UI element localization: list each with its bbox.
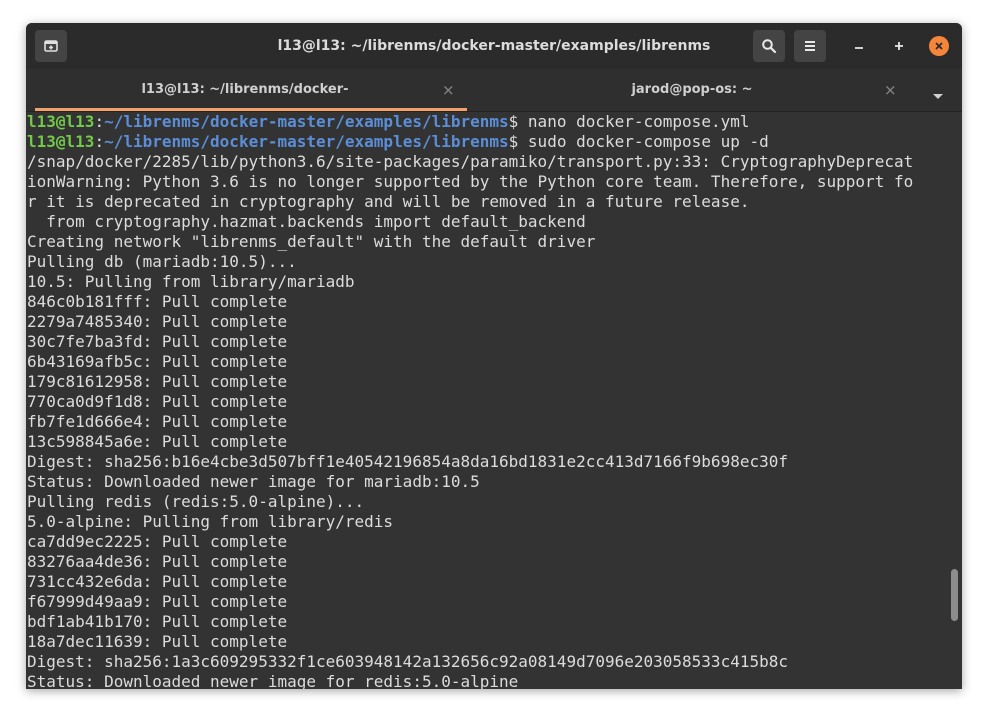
output-line: 5.0-alpine: Pulling from library/redis — [27, 512, 394, 531]
prompt-line: l13@l13:~/librenms/docker-master/example… — [27, 112, 749, 132]
output-line: bdf1ab41b170: Pull complete — [27, 612, 288, 631]
prompt-separator: : — [94, 112, 105, 131]
prompt-path: ~/librenms/docker-master/examples/libren… — [104, 132, 509, 151]
close-icon — [935, 42, 943, 50]
output-line: 10.5: Pulling from library/mariadb — [27, 272, 355, 291]
output-line: 2279a7485340: Pull complete — [27, 312, 288, 331]
prompt-dollar: $ — [508, 112, 528, 131]
prompt-command: sudo docker-compose up -d — [527, 132, 769, 151]
active-tab-indicator — [35, 108, 467, 111]
output-line: Pulling redis (redis:5.0-alpine)... — [27, 492, 365, 511]
output-line: 18a7dec11639: Pull complete — [27, 632, 288, 651]
tab-librenms[interactable]: l13@l13: ~/librenms/docker-master/exampl… — [35, 69, 467, 139]
output-line: 770ca0d9f1d8: Pull complete — [27, 392, 288, 411]
minimize-icon — [855, 47, 863, 49]
output-line: Creating network "librenms_default" with… — [27, 232, 596, 251]
menu-button[interactable] — [794, 30, 826, 62]
output-line: Digest: sha256:b16e4cbe3d507bff1e4054219… — [27, 452, 788, 471]
prompt-path: ~/librenms/docker-master/examples/libren… — [104, 112, 509, 131]
output-line: ca7dd9ec2225: Pull complete — [27, 532, 288, 551]
minimize-button[interactable] — [847, 34, 871, 58]
tab-label: jarod@pop-os: ~ — [631, 82, 753, 97]
output-line: Pulling db (mariadb:10.5)... — [27, 252, 297, 271]
prompt-command: nano docker-compose.yml — [527, 112, 750, 131]
tab-bar: l13@l13: ~/librenms/docker-master/exampl… — [26, 69, 962, 139]
prompt-separator: : — [94, 132, 105, 151]
tab-dropdown-button[interactable] — [932, 86, 944, 105]
maximize-button[interactable] — [887, 34, 911, 58]
prompt-line: l13@l13:~/librenms/docker-master/example… — [27, 132, 769, 152]
output-line: r it is deprecated in cryptography and w… — [27, 192, 750, 211]
output-line: 6b43169afb5c: Pull complete — [27, 352, 288, 371]
maximize-icon — [895, 42, 903, 50]
terminal-output[interactable]: l13@l13:~/librenms/docker-master/example… — [26, 112, 962, 689]
output-line: /snap/docker/2285/lib/python3.6/site-pac… — [27, 152, 914, 171]
output-line: 179c81612958: Pull complete — [27, 372, 288, 391]
hamburger-icon — [805, 41, 815, 51]
output-line: fb7fe1d666e4: Pull complete — [27, 412, 288, 431]
search-button[interactable] — [753, 30, 785, 62]
prompt-user: l13@l13 — [27, 112, 95, 131]
scrollbar-thumb[interactable] — [951, 569, 958, 621]
tab-pop-os[interactable]: jarod@pop-os: ~ — [467, 69, 917, 111]
title-bar: l13@l13: ~/librenms/docker-master/exampl… — [26, 23, 962, 69]
output-line: from cryptography.hazmat.backends import… — [27, 212, 586, 231]
terminal-window: l13@l13: ~/librenms/docker-master/exampl… — [26, 23, 962, 689]
close-window-button[interactable] — [929, 36, 949, 56]
tab-close-icon[interactable]: × — [884, 69, 897, 111]
tab-close-icon[interactable]: × — [442, 69, 455, 111]
output-line: 846c0b181fff: Pull complete — [27, 292, 288, 311]
output-line: Digest: sha256:1a3c609295332f1ce60394814… — [27, 652, 788, 671]
output-line: Status: Downloaded newer image for redis… — [27, 672, 519, 689]
output-line: 83276aa4de36: Pull complete — [27, 552, 288, 571]
output-line: 731cc432e6da: Pull complete — [27, 572, 288, 591]
output-line: 13c598845a6e: Pull complete — [27, 432, 288, 451]
prompt-user: l13@l13 — [27, 132, 95, 151]
prompt-dollar: $ — [508, 132, 528, 151]
search-icon — [762, 39, 777, 54]
output-line: Status: Downloaded newer image for maria… — [27, 472, 480, 491]
chevron-down-icon — [933, 94, 943, 99]
output-line: 30c7fe7ba3fd: Pull complete — [27, 332, 288, 351]
output-line: f67999d49aa9: Pull complete — [27, 592, 288, 611]
output-line: ionWarning: Python 3.6 is no longer supp… — [27, 172, 914, 191]
